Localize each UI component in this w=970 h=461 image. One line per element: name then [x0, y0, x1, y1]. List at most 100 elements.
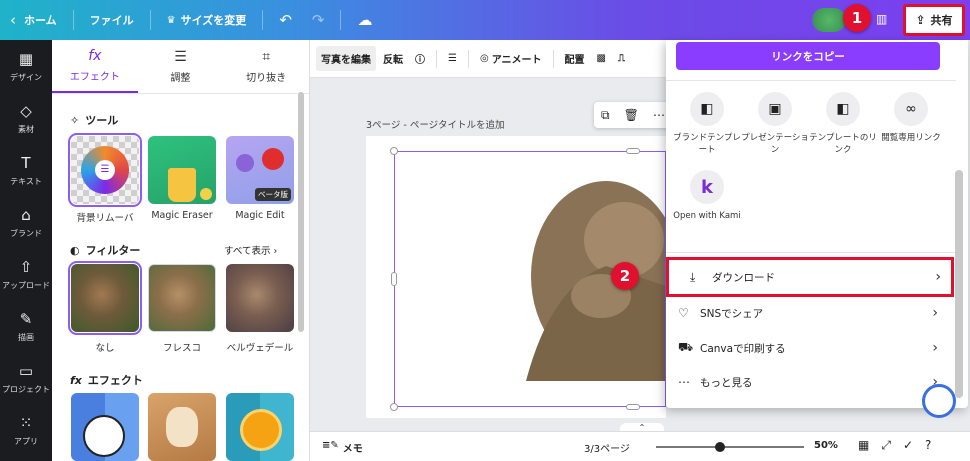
rail-item-draw[interactable]: ✎ 描画: [0, 300, 52, 352]
tab-adjust[interactable]: ☰ 調整: [138, 40, 224, 93]
file-menu-button[interactable]: ファイル: [80, 0, 144, 40]
zoom-slider[interactable]: [656, 446, 804, 448]
filter-thumb-none[interactable]: [68, 261, 142, 335]
flip-button[interactable]: 反転: [378, 46, 408, 71]
divider: [666, 252, 956, 253]
info-button[interactable]: ⓘ: [410, 46, 430, 71]
share-option-template-link[interactable]: ◧ テンプレートのリンク: [806, 92, 880, 156]
dropdown-scrollbar[interactable]: [955, 170, 963, 398]
position-button[interactable]: 配置: [560, 46, 590, 71]
filter-label: フレスコ: [162, 343, 201, 354]
resize-button[interactable]: ♛ サイズを変更: [157, 0, 257, 40]
page-title[interactable]: 3ページ - ページタイトルを追加: [366, 117, 504, 131]
rail-item-apps[interactable]: ⁙ アプリ: [0, 404, 52, 456]
help-button[interactable]: [922, 384, 956, 418]
rail-label: ブランド: [10, 228, 42, 238]
download-menu-item[interactable]: ⤓ ダウンロード ›: [666, 257, 954, 297]
tool-thumb-magic-eraser[interactable]: [148, 136, 216, 204]
help-icon[interactable]: ?: [925, 438, 931, 453]
redo-icon: ↷: [311, 11, 325, 29]
effect-thumb-soccer[interactable]: [71, 393, 139, 461]
apps-icon: ⁙: [19, 413, 33, 432]
share-option-brand-template[interactable]: ◧ ブランドテンプレート: [670, 92, 744, 156]
chevron-right-icon: ›: [273, 246, 278, 257]
share-option-presentation[interactable]: ▣ プレゼンテーション: [738, 92, 812, 156]
tool-thumb-magic-edit[interactable]: ベータ版: [226, 136, 294, 204]
filters-title: フィルター: [85, 244, 141, 257]
see-more-menu-item[interactable]: ⋯ もっと見る ›: [678, 367, 948, 397]
rail-label: アップロード: [2, 280, 50, 290]
see-all-link[interactable]: すべて表示 ›: [224, 243, 277, 257]
presentation-icon: ▣: [758, 92, 792, 126]
home-button[interactable]: ‹ ホーム: [0, 0, 67, 40]
text-icon: T: [21, 153, 31, 172]
zoom-slider-handle[interactable]: [714, 442, 725, 452]
filter-thumb-belvedere[interactable]: [226, 264, 294, 332]
tab-crop[interactable]: ⌗ 切り抜き: [223, 40, 309, 93]
kami-logo-icon: k: [690, 170, 724, 204]
filter-thumb-fresco[interactable]: [148, 264, 216, 332]
undo-button[interactable]: ↶: [269, 0, 302, 40]
check-circle-icon[interactable]: ✓: [903, 438, 913, 453]
print-menu-item[interactable]: ⛟ Canvaで印刷する ›: [678, 333, 948, 363]
zoom-level[interactable]: 50%: [814, 440, 838, 451]
resize-handle[interactable]: [391, 272, 397, 286]
share-option-kami[interactable]: k Open with Kami: [670, 170, 744, 222]
effect-thumb-dog[interactable]: [148, 393, 216, 461]
tab-label: エフェクト: [69, 72, 120, 83]
analytics-icon[interactable]: ▥: [876, 12, 887, 26]
rail-item-projects[interactable]: ▭ プロジェクト: [0, 352, 52, 404]
resize-handle[interactable]: [626, 148, 640, 154]
rail-label: 素材: [18, 124, 34, 134]
redo-button[interactable]: ↷: [302, 0, 335, 40]
share-button[interactable]: ⇪ 共有: [903, 4, 965, 36]
fullscreen-icon[interactable]: ⤢: [881, 438, 891, 453]
tab-label: 調整: [170, 73, 191, 84]
effect-thumb-orange[interactable]: [226, 393, 294, 461]
animate-button[interactable]: ◎ アニメート: [475, 46, 547, 71]
shapes-icon: ◇: [20, 101, 32, 120]
resize-handle[interactable]: [390, 147, 398, 155]
effects-title: エフェクト: [87, 374, 143, 387]
trash-icon[interactable]: 🗑: [624, 108, 639, 122]
tool-label: 背景リムーバ: [76, 213, 134, 224]
rail-item-text[interactable]: T テキスト: [0, 144, 52, 196]
share-sns-menu-item[interactable]: ♡ SNSでシェア ›: [678, 298, 948, 328]
tools-section-title: ✧ ツール: [70, 112, 118, 128]
border-style-button[interactable]: ☰: [443, 48, 462, 69]
step-badge-1: 1: [843, 4, 871, 32]
divider: [467, 49, 469, 68]
copy-link-button[interactable]: リンクをコピー: [676, 42, 940, 70]
rail-item-brand[interactable]: ⌂ ブランド: [0, 196, 52, 248]
brand-icon: ⌂: [21, 205, 31, 224]
transparency-button[interactable]: ▩: [592, 48, 611, 69]
tool-thumb-bg-remover[interactable]: ☰: [68, 133, 142, 207]
resize-handle[interactable]: [390, 403, 398, 411]
grid-view-icon[interactable]: ▦: [858, 438, 869, 453]
editor-toolbar: 写真を編集 反転 ⓘ ☰ ◎ アニメート 配置 ▩ ⎍: [310, 40, 670, 78]
share-option-view-only-link[interactable]: ∞ 閲覧専用リンク: [874, 92, 948, 144]
duplicate-page-icon[interactable]: ⧉: [601, 108, 610, 123]
tab-label: 切り抜き: [246, 73, 287, 84]
rail-item-elements[interactable]: ◇ 素材: [0, 92, 52, 144]
option-label: ブランドテンプレート: [673, 133, 741, 155]
folder-icon: ▭: [18, 361, 34, 380]
tab-effects[interactable]: fx エフェクト: [52, 40, 138, 93]
crown-icon: ♛: [166, 14, 176, 26]
rail-item-uploads[interactable]: ⇧ アップロード: [0, 248, 52, 300]
avatar[interactable]: [812, 8, 846, 32]
paint-format-button[interactable]: ⎍: [613, 48, 630, 69]
cloud-save-button[interactable]: ☁: [347, 0, 382, 40]
panel-scrollbar[interactable]: [298, 92, 304, 332]
more-icon[interactable]: ⋯: [653, 108, 665, 122]
wand-icon: [200, 188, 212, 200]
resize-handle[interactable]: [626, 404, 640, 410]
rail-item-design[interactable]: ▦ デザイン: [0, 40, 52, 92]
rail-label: テキスト: [10, 176, 42, 186]
page-counter[interactable]: 3/3ページ: [584, 440, 630, 455]
option-label: 閲覧専用リンク: [881, 133, 941, 143]
edit-photo-button[interactable]: 写真を編集: [316, 46, 376, 71]
dog-image: [166, 407, 198, 447]
memo-button[interactable]: ≡✎ メモ: [322, 440, 363, 455]
page-mini-toolbar: ⧉ 🗑 ⋯: [594, 102, 672, 128]
